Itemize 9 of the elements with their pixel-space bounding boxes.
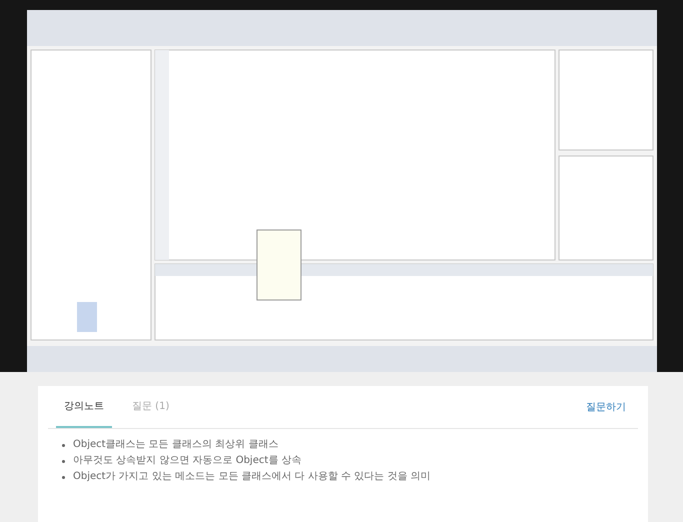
tab[interactable]: 질문 (1) [124, 386, 178, 428]
bullet-icon [62, 476, 65, 478]
tab[interactable]: 강의노트 [56, 386, 112, 428]
bullet-icon [62, 460, 65, 462]
note-text: Object가 가지고 있는 메소드는 모든 클래스에서 다 사용할 수 있다는 것을 의미 [73, 471, 431, 483]
bullet-icon [62, 444, 65, 446]
note-text: Object클래스는 모든 클래스의 최상위 클래스 [73, 439, 278, 451]
note-text: 아무것도 상속받지 않으면 자동으로 Object를 상속 [73, 455, 302, 467]
ask-question-link[interactable]: 질문하기 [586, 400, 626, 414]
